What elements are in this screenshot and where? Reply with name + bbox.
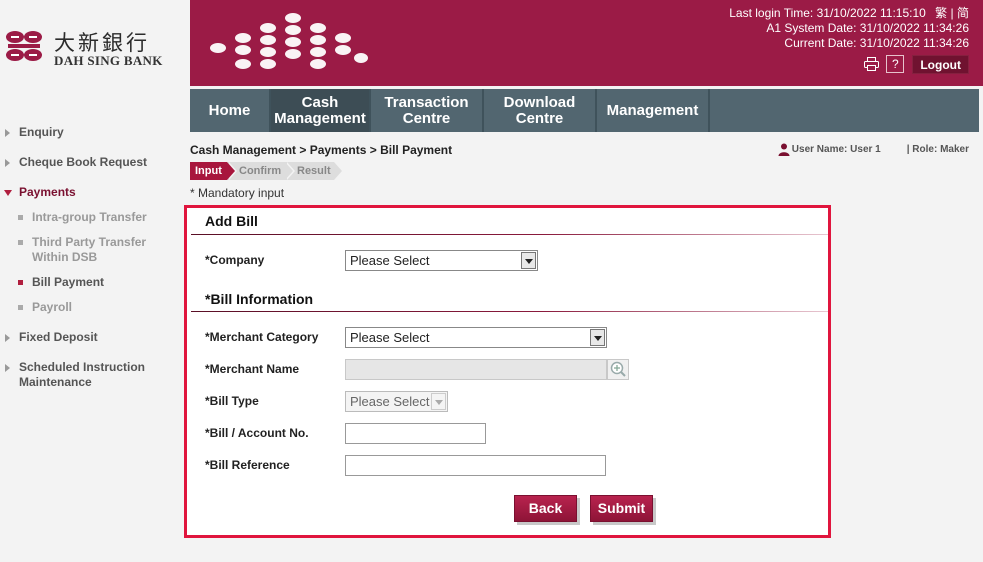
dah-sing-logo-icon xyxy=(6,31,42,61)
add-bill-title: Add Bill xyxy=(205,213,258,229)
caret-right-icon xyxy=(5,159,10,167)
chevron-down-icon xyxy=(431,393,446,410)
company-label: *Company xyxy=(205,253,265,267)
printer-icon[interactable] xyxy=(862,55,880,73)
sidebar-item-label: Scheduled Instruction Maintenance xyxy=(19,360,146,389)
sidebar-subitem-bill-payment[interactable]: Bill Payment xyxy=(0,275,190,290)
lang-traditional-link[interactable]: 繁 xyxy=(935,6,947,20)
bill-account-label: *Bill / Account No. xyxy=(205,426,309,440)
user-role: | Role: Maker xyxy=(906,144,969,155)
section-divider xyxy=(191,234,828,235)
left-sidebar: 大新銀行 DAH SING BANK Enquiry Cheque Book R… xyxy=(0,0,190,562)
sidebar-subitem-third-party-transfer[interactable]: Third Party Transfer Within DSB xyxy=(0,235,150,265)
sidebar-item-fixed-deposit[interactable]: Fixed Deposit xyxy=(0,330,190,345)
company-select[interactable]: Please Select xyxy=(345,250,538,271)
caret-right-icon xyxy=(5,129,10,137)
user-icon xyxy=(778,143,790,156)
main-nav: Home Cash Management Transaction Centre … xyxy=(190,89,979,132)
caret-right-icon xyxy=(5,364,10,372)
sidebar-subitem-label: Third Party Transfer Within DSB xyxy=(32,235,147,264)
bullet-icon xyxy=(18,305,23,310)
company-select-value: Please Select xyxy=(350,253,430,268)
caret-right-icon xyxy=(5,334,10,342)
nav-tab-transaction-centre[interactable]: Transaction Centre xyxy=(371,89,484,132)
merchant-category-select-value: Please Select xyxy=(350,330,430,345)
nav-tab-management[interactable]: Management xyxy=(597,89,710,132)
back-button[interactable]: Back xyxy=(514,495,577,522)
bank-logo[interactable]: 大新銀行 DAH SING BANK xyxy=(5,27,165,71)
bill-type-select[interactable]: Please Select xyxy=(345,391,448,412)
current-date: Current Date: 31/10/2022 11:34:26 xyxy=(784,36,969,50)
caret-down-icon xyxy=(4,190,12,196)
system-date: A1 System Date: 31/10/2022 11:34:26 xyxy=(766,21,969,35)
logout-button[interactable]: Logout xyxy=(912,54,969,74)
merchant-search-button[interactable] xyxy=(607,359,629,380)
lang-simplified-link[interactable]: 简 xyxy=(957,6,969,20)
bill-type-select-value: Please Select xyxy=(350,394,430,409)
progress-steps: Input Confirm Result xyxy=(190,162,344,180)
chevron-down-icon xyxy=(590,329,605,346)
sidebar-item-payments[interactable]: Payments xyxy=(0,185,190,200)
user-name: User Name: User 1 xyxy=(791,144,881,155)
help-icon[interactable]: ? xyxy=(886,55,905,73)
sidebar-item-enquiry[interactable]: Enquiry xyxy=(0,125,190,140)
session-info: Last login Time: 31/10/2022 11:15:10 繁 |… xyxy=(729,6,969,51)
merchant-category-select[interactable]: Please Select xyxy=(345,327,607,348)
chevron-down-icon xyxy=(521,252,536,269)
sidebar-item-cheque-book-request[interactable]: Cheque Book Request xyxy=(0,155,190,170)
header-banner: Last login Time: 31/10/2022 11:15:10 繁 |… xyxy=(190,0,983,86)
header-tools: ? Logout xyxy=(856,54,969,74)
nav-tab-cash-management[interactable]: Cash Management xyxy=(271,89,371,132)
sidebar-menu: Enquiry Cheque Book Request Payments Int… xyxy=(0,122,190,390)
bill-type-label: *Bill Type xyxy=(205,394,259,408)
decorative-logo-pattern-icon xyxy=(210,13,368,69)
lang-separator: | xyxy=(950,6,954,20)
sidebar-item-label: Payments xyxy=(19,185,76,199)
sidebar-subitem-intra-group-transfer[interactable]: Intra-group Transfer xyxy=(0,210,190,225)
bank-name-en: DAH SING BANK xyxy=(54,53,163,68)
sidebar-item-label: Cheque Book Request xyxy=(19,155,148,169)
bullet-icon xyxy=(18,215,23,220)
sidebar-item-label: Enquiry xyxy=(19,125,64,139)
merchant-name-field[interactable] xyxy=(345,359,607,380)
sidebar-subitem-label: Bill Payment xyxy=(32,275,105,289)
bullet-icon xyxy=(18,280,23,285)
nav-tab-home[interactable]: Home xyxy=(190,89,271,132)
sidebar-subitem-payroll[interactable]: Payroll xyxy=(0,300,190,315)
sidebar-subitem-label: Intra-group Transfer xyxy=(32,210,147,224)
user-info: User Name: User 1 | Role: Maker xyxy=(778,143,969,156)
sidebar-item-label: Fixed Deposit xyxy=(19,330,98,344)
breadcrumb: Cash Management > Payments > Bill Paymen… xyxy=(190,143,453,157)
bill-reference-label: *Bill Reference xyxy=(205,458,290,472)
nav-tab-download-centre[interactable]: Download Centre xyxy=(484,89,597,132)
sidebar-item-scheduled-instruction[interactable]: Scheduled Instruction Maintenance xyxy=(0,360,160,390)
mandatory-note: * Mandatory input xyxy=(190,186,285,200)
merchant-category-label: *Merchant Category xyxy=(205,330,319,344)
merchant-name-label: *Merchant Name xyxy=(205,362,300,376)
step-input: Input xyxy=(190,162,237,180)
add-bill-form: Add Bill *Company Please Select *Bill In… xyxy=(184,205,831,538)
bill-information-title: *Bill Information xyxy=(205,291,314,307)
magnifier-plus-icon xyxy=(610,361,626,377)
last-login-time: Last login Time: 31/10/2022 11:15:10 xyxy=(729,6,926,20)
sidebar-subitem-label: Payroll xyxy=(32,300,73,314)
bill-reference-field[interactable] xyxy=(345,455,606,476)
bill-account-field[interactable] xyxy=(345,423,486,444)
section-divider xyxy=(191,311,828,312)
submit-button[interactable]: Submit xyxy=(590,495,653,522)
bullet-icon xyxy=(18,240,23,245)
